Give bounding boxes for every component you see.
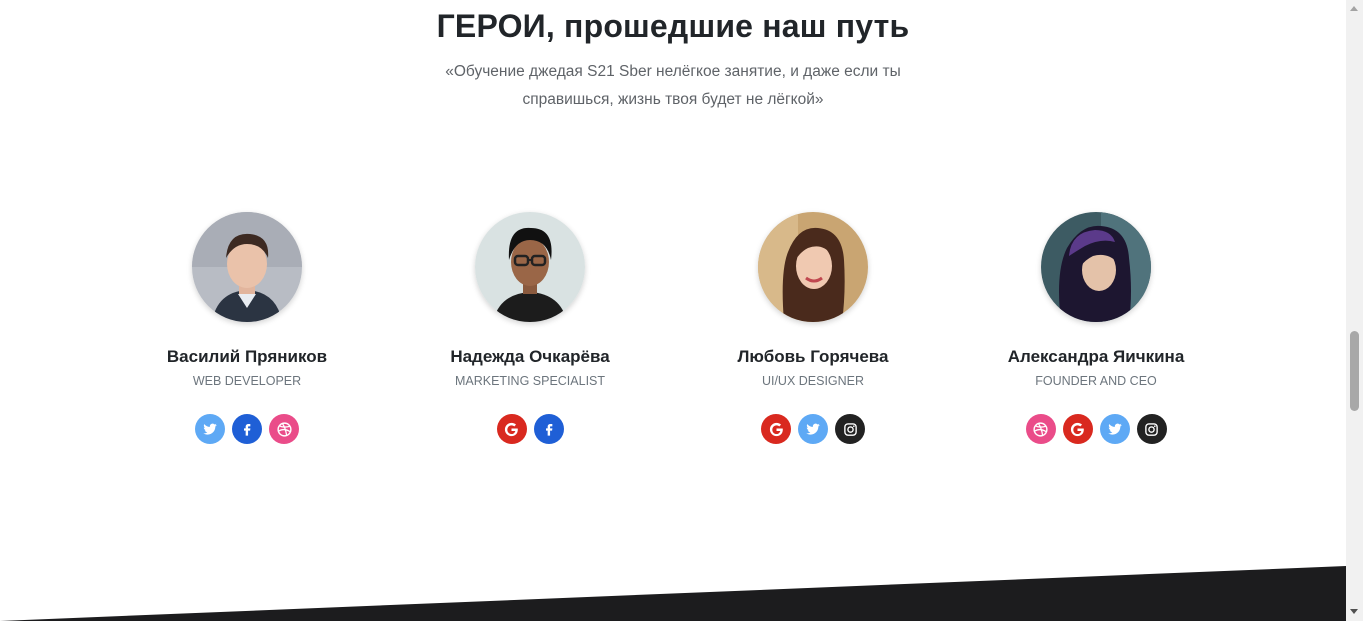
- member-role: Founder and CEO: [1035, 374, 1157, 388]
- team-member-card: Василий Пряников Web Developer: [117, 212, 377, 444]
- facebook-icon: [239, 421, 255, 437]
- dribbble-icon: [1032, 421, 1049, 438]
- social-links: [966, 414, 1226, 444]
- page: ГЕРОИ, прошедшие наш путь «Обучение джед…: [0, 0, 1346, 621]
- facebook-link[interactable]: [533, 414, 564, 444]
- scroll-up-arrow-icon[interactable]: [1350, 6, 1358, 11]
- dribbble-link[interactable]: [269, 414, 299, 444]
- google-icon: [768, 421, 785, 438]
- avatar: [758, 212, 868, 322]
- member-role: Marketing Specialist: [454, 374, 606, 388]
- twitter-icon: [202, 421, 218, 437]
- instagram-icon: [843, 422, 858, 437]
- instagram-icon: [1144, 422, 1159, 437]
- member-role: Web Developer: [192, 374, 302, 388]
- member-role: UI/UX Designer: [761, 374, 865, 388]
- instagram-link[interactable]: [1136, 414, 1167, 444]
- twitter-link[interactable]: [1099, 414, 1130, 444]
- twitter-icon: [1107, 421, 1123, 437]
- member-name: Любовь Горячева: [737, 347, 889, 366]
- google-icon: [503, 421, 520, 438]
- team-member-card: Любовь Горячева UI/UX Designer: [683, 212, 943, 444]
- section-subtitle: «Обучение джедая S21 Sber нелёгкое занят…: [423, 58, 923, 114]
- twitter-icon: [805, 421, 821, 437]
- social-links: [117, 414, 377, 444]
- team-member-card: Александра Яичкина Founder and CEO: [966, 212, 1226, 444]
- google-link[interactable]: [1062, 414, 1093, 444]
- scrollbar[interactable]: [1346, 0, 1363, 621]
- member-name: Александра Яичкина: [1007, 347, 1185, 366]
- subtitle-line-2: справишься, жизнь твоя будет не лёгкой»: [522, 91, 824, 108]
- team-member-card: Надежда Очкарёва Marketing Specialist: [400, 212, 660, 444]
- facebook-icon: [541, 421, 557, 437]
- twitter-link[interactable]: [195, 414, 225, 444]
- google-icon: [1069, 421, 1086, 438]
- avatar: [475, 212, 585, 322]
- google-link[interactable]: [761, 414, 791, 444]
- instagram-link[interactable]: [835, 414, 865, 444]
- social-links: [683, 414, 943, 444]
- avatar: [192, 212, 302, 322]
- subtitle-line-1: «Обучение джедая S21 Sber нелёгкое занят…: [445, 63, 901, 80]
- footer-divider: [0, 566, 1346, 621]
- member-name: Василий Пряников: [166, 347, 328, 366]
- social-links: [400, 414, 660, 444]
- dribbble-link[interactable]: [1025, 414, 1056, 444]
- twitter-link[interactable]: [798, 414, 828, 444]
- section-title: ГЕРОИ, прошедшие наш путь: [436, 8, 910, 44]
- scroll-down-arrow-icon[interactable]: [1350, 609, 1358, 614]
- scrollbar-thumb[interactable]: [1350, 331, 1359, 411]
- avatar: [1041, 212, 1151, 322]
- member-name: Надежда Очкарёва: [450, 347, 610, 366]
- dribbble-icon: [276, 421, 293, 438]
- google-link[interactable]: [496, 414, 527, 444]
- facebook-link[interactable]: [232, 414, 262, 444]
